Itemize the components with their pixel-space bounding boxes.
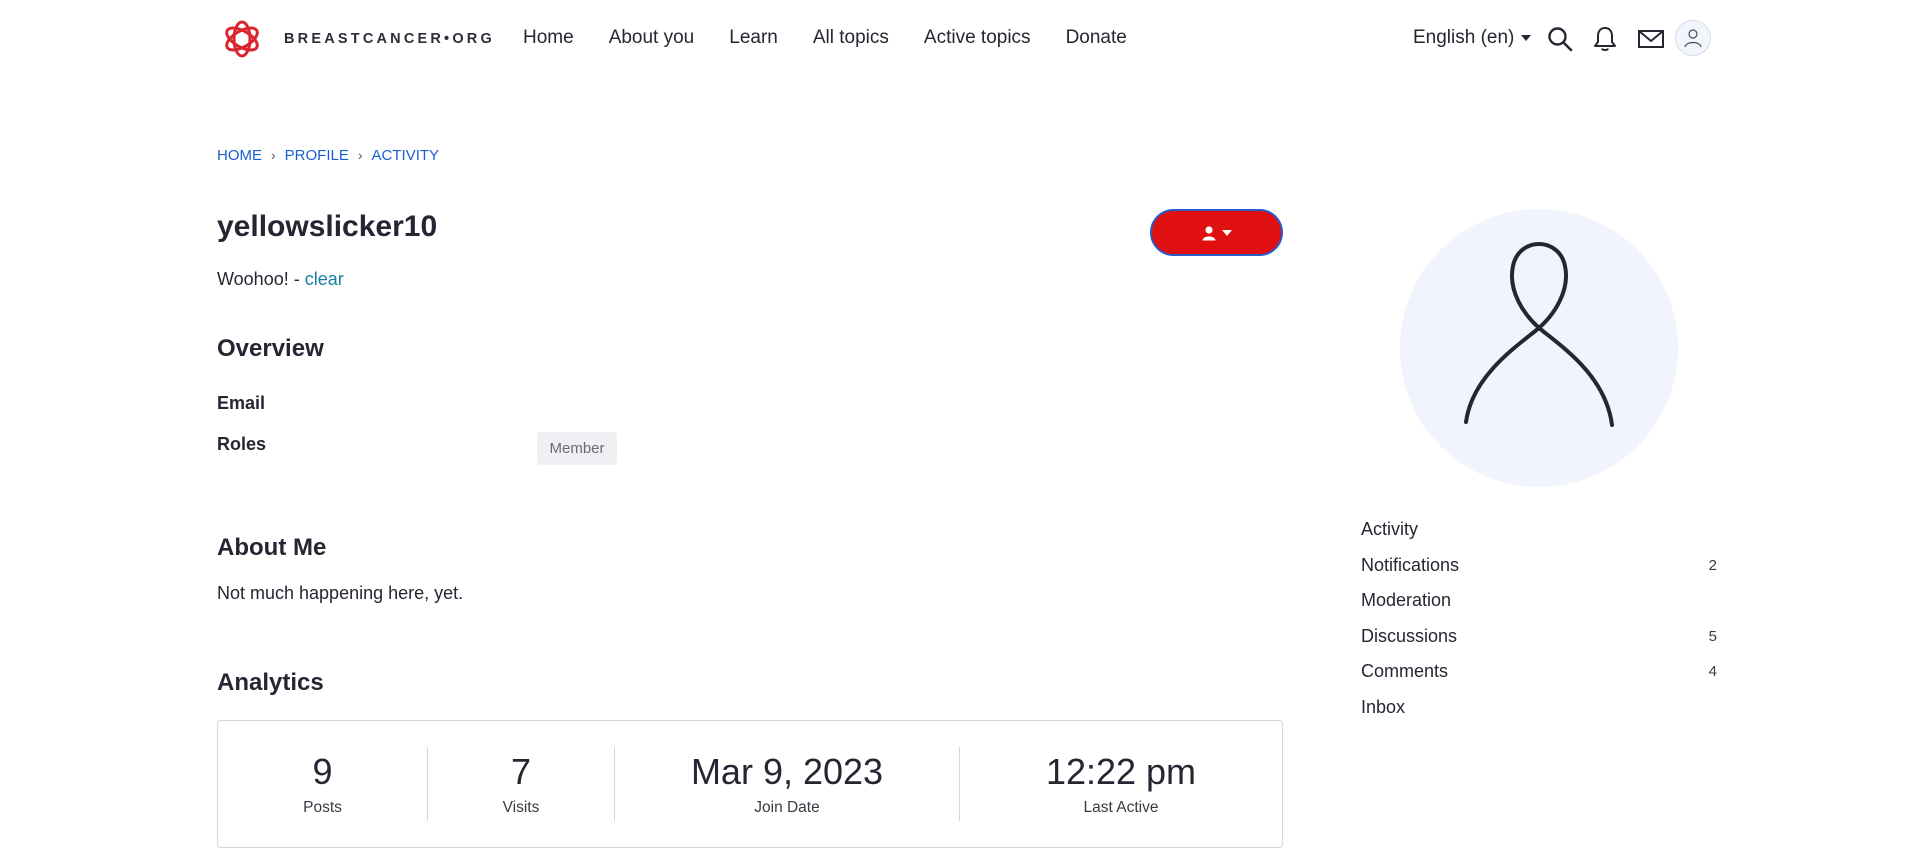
site-logo[interactable]: BREASTCANCER•ORG	[220, 18, 495, 60]
sidebar-item-count: 2	[1708, 556, 1717, 574]
stat-label: Join Date	[754, 799, 820, 816]
stat-label: Visits	[502, 799, 540, 816]
logo-ribbon-icon	[225, 20, 259, 58]
sidebar-item-comments[interactable]: Comments 4	[1361, 654, 1718, 690]
nav-all-topics[interactable]: All topics	[813, 27, 889, 49]
site-header: BREASTCANCER•ORG Home About you Learn Al…	[0, 0, 1920, 80]
role-badge: Member	[537, 432, 617, 465]
clear-status-link[interactable]: clear	[305, 269, 344, 289]
user-options-button[interactable]	[1150, 209, 1283, 256]
search-icon[interactable]	[1545, 24, 1575, 54]
analytics-heading: Analytics	[217, 669, 324, 696]
stat-last-active: 12:22 pm Last Active	[960, 721, 1282, 847]
nav-about-you[interactable]: About you	[609, 27, 695, 49]
user-icon	[1202, 225, 1216, 240]
profile-side-nav: Activity Notifications 2 Moderation Disc…	[1361, 512, 1718, 725]
stat-posts: 9 Posts	[218, 721, 427, 847]
stat-value: 12:22 pm	[1045, 751, 1197, 792]
account-avatar[interactable]	[1675, 20, 1711, 56]
ribbon-avatar-icon	[1464, 241, 1614, 427]
email-label: Email	[217, 393, 266, 413]
stat-visits: 7 Visits	[428, 721, 614, 847]
chevron-down-icon	[1521, 35, 1532, 41]
breadcrumb-activity[interactable]: ACTIVITY	[372, 147, 440, 164]
sidebar-item-label: Moderation	[1361, 590, 1452, 611]
roles-label: Roles	[217, 434, 267, 454]
sidebar-item-label: Notifications	[1361, 554, 1460, 575]
sidebar-item-inbox[interactable]: Inbox	[1361, 690, 1718, 726]
breadcrumb-separator: ›	[357, 147, 363, 163]
stat-label: Posts	[303, 799, 342, 816]
sidebar-item-notifications[interactable]: Notifications 2	[1361, 548, 1718, 584]
breadcrumb-profile[interactable]: PROFILE	[285, 147, 349, 164]
user-status: Woohoo! - clear	[217, 269, 344, 290]
language-selector[interactable]: English (en)	[1413, 27, 1532, 49]
stat-value: 9	[312, 751, 333, 792]
sidebar-item-label: Comments	[1361, 661, 1449, 682]
logo-text: BREASTCANCER•ORG	[284, 31, 495, 47]
language-label: English (en)	[1413, 27, 1515, 48]
page-title: yellowslicker10	[217, 210, 438, 243]
breadcrumb-separator: ›	[271, 147, 276, 163]
about-heading: About Me	[217, 534, 327, 561]
user-icon	[1684, 29, 1702, 48]
about-text: Not much happening here, yet.	[217, 583, 464, 603]
sidebar-item-count: 4	[1708, 663, 1717, 681]
sidebar-item-count: 5	[1708, 627, 1717, 645]
sidebar-item-label: Discussions	[1361, 625, 1458, 646]
overview-heading: Overview	[217, 335, 324, 362]
nav-learn[interactable]: Learn	[729, 27, 778, 49]
sidebar-item-label: Inbox	[1361, 696, 1406, 717]
stat-join-date: Mar 9, 2023 Join Date	[615, 721, 959, 847]
sidebar-item-activity[interactable]: Activity	[1361, 512, 1718, 548]
sidebar-item-moderation[interactable]: Moderation	[1361, 583, 1718, 619]
main-nav: Home About you Learn All topics Active t…	[523, 27, 1162, 49]
sidebar-item-discussions[interactable]: Discussions 5	[1361, 619, 1718, 655]
nav-active-topics[interactable]: Active topics	[924, 27, 1031, 49]
nav-home[interactable]: Home	[523, 27, 574, 49]
bell-icon[interactable]	[1590, 24, 1620, 54]
sidebar-item-label: Activity	[1361, 519, 1419, 540]
mail-icon[interactable]	[1636, 24, 1666, 54]
nav-donate[interactable]: Donate	[1066, 27, 1127, 49]
analytics-panel: 9 Posts 7 Visits Mar 9, 2023 Join Date 1…	[217, 720, 1283, 848]
breadcrumb: HOME › PROFILE › ACTIVITY	[217, 147, 439, 164]
profile-photo	[1400, 209, 1678, 487]
breadcrumb-home[interactable]: HOME	[217, 147, 262, 164]
stat-value: 7	[510, 751, 532, 792]
status-text: Woohoo! -	[217, 269, 305, 289]
stat-value: Mar 9, 2023	[690, 751, 884, 792]
stat-label: Last Active	[1083, 799, 1159, 816]
chevron-down-icon	[1222, 229, 1232, 236]
